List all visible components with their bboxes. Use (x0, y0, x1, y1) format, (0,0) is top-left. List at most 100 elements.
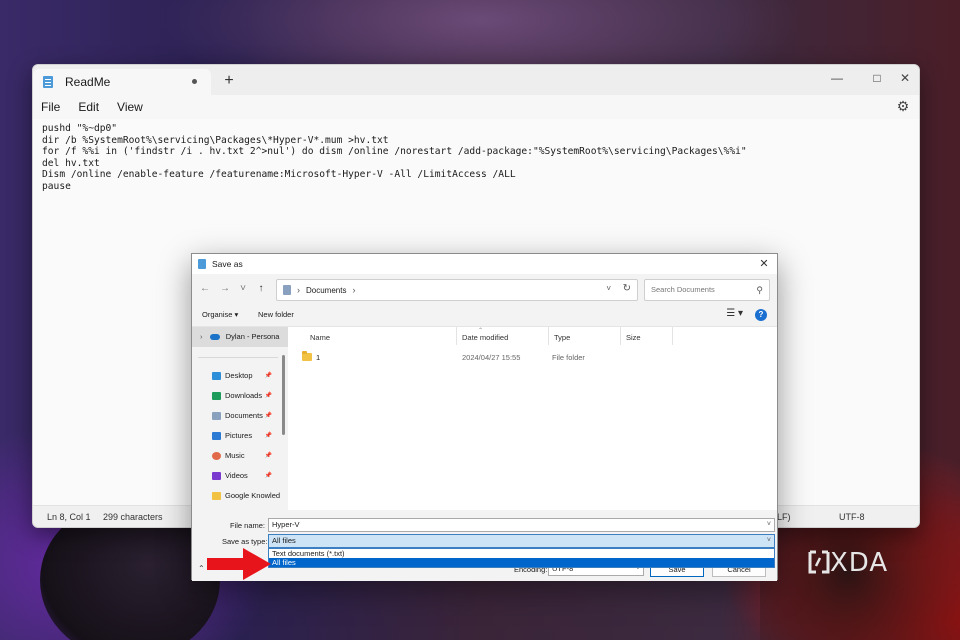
column-size[interactable]: Size (626, 333, 641, 342)
sidebar-item-label: Downloads (225, 391, 263, 400)
dialog-title: Save as (212, 259, 243, 269)
documents-icon (212, 412, 221, 421)
editor-line: for /f %%i in ('findstr /i . hv.txt 2^>n… (42, 146, 747, 158)
status-line-ending[interactable]: LF) (777, 512, 791, 522)
recent-chevron-icon[interactable]: ˅ (236, 282, 250, 296)
status-characters: 299 characters (103, 512, 163, 522)
new-folder-button[interactable]: New folder (258, 310, 294, 319)
menu-edit[interactable]: Edit (78, 100, 99, 114)
folder-icon (302, 351, 312, 361)
dialog-body: › Dylan - Persona Desktop 📌 Downloads 📌 Do… (192, 326, 777, 510)
unsaved-dot-icon[interactable] (192, 79, 197, 84)
editor-line: pause (42, 180, 71, 192)
column-name[interactable]: Name (310, 333, 330, 342)
desktop-icon (212, 372, 221, 381)
maximize-icon[interactable]: □ (863, 67, 891, 89)
sidebar-item-music[interactable]: Music 📌 (212, 447, 286, 465)
column-date-modified[interactable]: Date modified (462, 333, 508, 342)
folder-icon (212, 492, 221, 501)
sidebar-item-label: Google Knowled (225, 491, 281, 500)
pin-icon: 📌 (264, 453, 272, 459)
search-icon[interactable]: ⚲ (756, 280, 763, 300)
editor-line: dir /b %SystemRoot%\servicing\Packages\*… (42, 134, 389, 146)
up-arrow-icon[interactable]: ↑ (254, 282, 268, 296)
search-placeholder: Search Documents (651, 285, 715, 294)
hide-folders-chevron-icon[interactable]: ⌃ (198, 564, 205, 573)
option-text-documents[interactable]: Text documents (*.txt) (269, 549, 774, 558)
chevron-down-icon[interactable]: ˅ (767, 535, 771, 547)
sidebar-item-label: Desktop (225, 371, 253, 380)
forward-arrow-icon[interactable]: → (218, 282, 232, 296)
editor-line: Dism /online /enable-feature /featurenam… (42, 169, 516, 181)
save-type-select[interactable]: All files ˅ (268, 534, 775, 548)
sidebar-item-label: Documents (225, 411, 263, 420)
menu-bar: File Edit View ⚙ (33, 95, 919, 119)
save-type-dropdown-list: Text documents (*.txt) All files (268, 548, 775, 568)
pin-icon: 📌 (264, 373, 272, 379)
sidebar-item-desktop[interactable]: Desktop 📌 (212, 367, 286, 385)
breadcrumb-chevron-icon[interactable]: › (297, 285, 300, 295)
xda-logo: XDA (808, 548, 900, 578)
sidebar-item-videos[interactable]: Videos 📌 (212, 467, 286, 485)
file-date: 2024/04/27 15:55 (462, 353, 521, 362)
notepad-tab[interactable]: ReadMe (33, 69, 211, 95)
breadcrumb-documents[interactable]: Documents (306, 286, 346, 295)
sidebar-scrollbar[interactable] (282, 355, 285, 435)
pictures-icon (212, 432, 221, 441)
address-bar[interactable]: › Documents › ˅ ↻ (276, 279, 638, 301)
red-arrow-icon (207, 548, 271, 580)
dialog-navigation: ← → ˅ ↑ › Documents › ˅ ↻ Search Documen… (192, 274, 777, 302)
help-icon[interactable]: ? (755, 309, 767, 321)
sidebar-item-documents[interactable]: Documents 📌 (212, 407, 286, 425)
settings-gear-icon[interactable]: ⚙ (895, 98, 911, 114)
pin-icon: 📌 (264, 393, 272, 399)
column-divider[interactable] (620, 327, 621, 345)
back-arrow-icon[interactable]: ← (198, 282, 212, 296)
organise-button[interactable]: Organise ▾ (202, 310, 238, 319)
expand-chevron-icon[interactable]: › (200, 332, 203, 341)
chevron-down-icon[interactable]: ˅ (767, 519, 771, 531)
sidebar-item-google-knowledge[interactable]: Google Knowled (212, 487, 286, 505)
sidebar-item-pictures[interactable]: Pictures 📌 (212, 427, 286, 445)
save-type-value: All files (272, 536, 296, 545)
documents-folder-icon (283, 285, 291, 295)
sidebar-item-label: Videos (225, 471, 248, 480)
address-dropdown-icon[interactable]: ˅ (606, 284, 611, 293)
dialog-toolbar: Organise ▾ New folder ☰ ▾ ? (192, 304, 777, 326)
pin-icon: 📌 (264, 413, 272, 419)
download-icon (212, 392, 221, 401)
table-row[interactable]: 1 2024/04/27 15:55 File folder (288, 351, 777, 365)
option-all-files[interactable]: All files (269, 558, 774, 567)
onedrive-cloud-icon (209, 334, 220, 341)
sidebar-item-downloads[interactable]: Downloads 📌 (212, 387, 286, 405)
sidebar-item-label: Dylan - Persona (225, 332, 280, 341)
column-type[interactable]: Type (554, 333, 570, 342)
sidebar-item-label: Music (225, 451, 245, 460)
breadcrumb-chevron-icon[interactable]: › (352, 285, 355, 295)
file-name-field[interactable]: Hyper-V ˅ (268, 518, 775, 532)
music-icon (212, 452, 221, 461)
navigation-pane: › Dylan - Persona Desktop 📌 Downloads 📌 Do… (192, 327, 288, 510)
save-as-dialog: Save as ✕ ← → ˅ ↑ › Documents › ˅ ↻ Sear… (191, 253, 778, 581)
videos-icon (212, 472, 221, 481)
column-divider[interactable] (672, 327, 673, 345)
menu-view[interactable]: View (117, 100, 143, 114)
xda-bracket-icon (808, 550, 830, 574)
refresh-icon[interactable]: ↻ (623, 283, 631, 294)
sidebar-item-onedrive[interactable]: › Dylan - Persona (192, 327, 288, 347)
pin-icon: 📌 (264, 473, 272, 479)
column-divider[interactable] (456, 327, 457, 345)
close-icon[interactable]: ✕ (891, 67, 919, 89)
view-options-icon[interactable]: ☰ ▾ (726, 308, 743, 319)
search-input[interactable]: Search Documents ⚲ (644, 279, 770, 301)
dialog-close-icon[interactable]: ✕ (756, 256, 772, 272)
column-divider[interactable] (548, 327, 549, 345)
tab-title: ReadMe (65, 75, 111, 89)
status-encoding[interactable]: UTF-8 (839, 512, 865, 522)
file-name-value: Hyper-V (272, 520, 300, 529)
minimize-icon[interactable]: — (823, 67, 851, 89)
menu-file[interactable]: File (41, 100, 60, 114)
xda-text: XDA (830, 548, 889, 578)
new-tab-button[interactable]: + (219, 71, 239, 91)
file-type: File folder (552, 353, 585, 362)
